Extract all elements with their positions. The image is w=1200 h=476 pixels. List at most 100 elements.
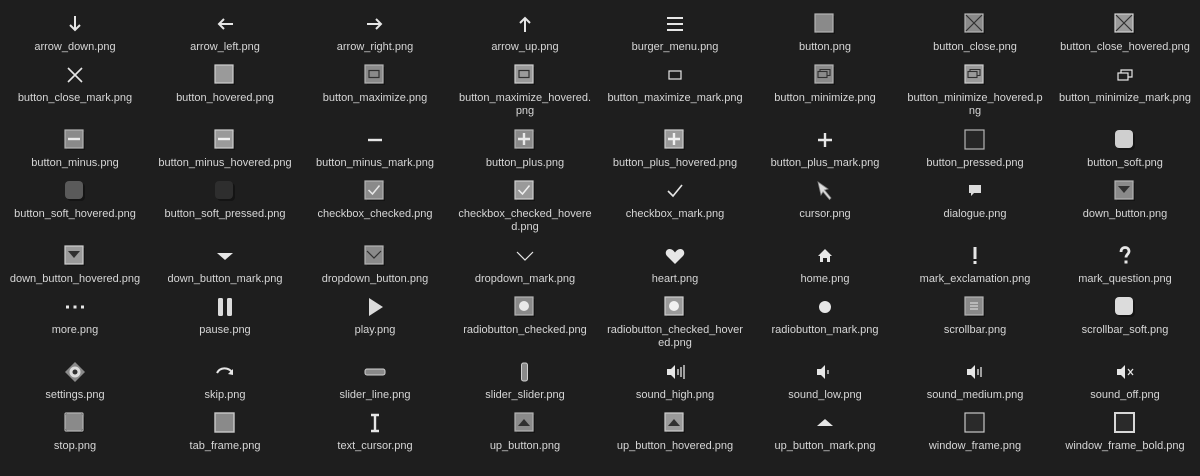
file-item[interactable]: button_minimize_hovered.png: [900, 63, 1050, 118]
file-item[interactable]: radiobutton_checked_hovered.png: [600, 295, 750, 350]
file-name-label: button_maximize_hovered.png: [458, 92, 592, 117]
file-item[interactable]: settings.png: [0, 360, 150, 402]
file-name-label: button.png: [799, 41, 851, 53]
file-item[interactable]: dropdown_button.png: [300, 244, 450, 286]
file-item[interactable]: button_soft_hovered.png: [0, 179, 150, 221]
file-item[interactable]: window_frame.png: [900, 411, 1050, 453]
file-item[interactable]: slider_slider.png: [450, 360, 600, 402]
file-name-label: button_minus.png: [31, 157, 119, 169]
slider-line-icon: [363, 360, 387, 384]
file-item[interactable]: mark_exclamation.png: [900, 244, 1050, 286]
sound-high-icon: [663, 360, 687, 384]
file-item[interactable]: slider_line.png: [300, 360, 450, 402]
file-item[interactable]: radiobutton_checked.png: [450, 295, 600, 337]
file-item[interactable]: burger_menu.png: [600, 12, 750, 54]
file-item[interactable]: down_button.png: [1050, 179, 1200, 221]
file-name-label: arrow_left.png: [190, 41, 260, 53]
dropdown-button-icon: [363, 244, 387, 268]
file-item[interactable]: button_minimize.png: [750, 63, 900, 105]
file-item[interactable]: arrow_right.png: [300, 12, 450, 54]
stop-icon: [63, 411, 87, 435]
file-item[interactable]: scrollbar.png: [900, 295, 1050, 337]
arrow-left-icon: [213, 12, 237, 36]
button-minus-hovered-icon: [213, 128, 237, 152]
file-item[interactable]: text_cursor.png: [300, 411, 450, 453]
file-item[interactable]: more.png: [0, 295, 150, 337]
file-name-label: button_soft_pressed.png: [164, 208, 286, 220]
file-item[interactable]: cursor.png: [750, 179, 900, 221]
button-close-hovered-icon: [1113, 12, 1137, 36]
file-item[interactable]: checkbox_mark.png: [600, 179, 750, 221]
file-item[interactable]: down_button_mark.png: [150, 244, 300, 286]
file-name-label: pause.png: [199, 324, 251, 336]
file-item[interactable]: window_frame_bold.png: [1050, 411, 1200, 453]
button-plus-hovered-icon: [663, 128, 687, 152]
file-item[interactable]: button_soft.png: [1050, 128, 1200, 170]
button-minimize-icon: [813, 63, 837, 87]
file-item[interactable]: down_button_hovered.png: [0, 244, 150, 286]
file-item[interactable]: button_minimize_mark.png: [1050, 63, 1200, 105]
file-item[interactable]: arrow_left.png: [150, 12, 300, 54]
file-item[interactable]: sound_high.png: [600, 360, 750, 402]
burger-menu-icon: [663, 12, 687, 36]
file-item[interactable]: button_minus_mark.png: [300, 128, 450, 170]
file-item[interactable]: button_plus_mark.png: [750, 128, 900, 170]
file-name-label: text_cursor.png: [337, 440, 413, 452]
file-item[interactable]: button_maximize_mark.png: [600, 63, 750, 105]
button-minus-icon: [63, 128, 87, 152]
sound-off-icon: [1113, 360, 1137, 384]
file-item[interactable]: button_minus_hovered.png: [150, 128, 300, 170]
file-item[interactable]: dropdown_mark.png: [450, 244, 600, 286]
file-name-label: checkbox_mark.png: [625, 208, 725, 220]
file-item[interactable]: pause.png: [150, 295, 300, 337]
scrollbar-icon: [963, 295, 987, 319]
file-item[interactable]: button_close_mark.png: [0, 63, 150, 105]
file-item[interactable]: button_minus.png: [0, 128, 150, 170]
file-item[interactable]: button_plus.png: [450, 128, 600, 170]
file-item[interactable]: button.png: [750, 12, 900, 54]
file-item[interactable]: button_pressed.png: [900, 128, 1050, 170]
file-item[interactable]: arrow_down.png: [0, 12, 150, 54]
file-item[interactable]: stop.png: [0, 411, 150, 453]
file-item[interactable]: button_close_hovered.png: [1050, 12, 1200, 54]
pause-icon: [213, 295, 237, 319]
file-item[interactable]: arrow_up.png: [450, 12, 600, 54]
file-item[interactable]: button_plus_hovered.png: [600, 128, 750, 170]
file-item[interactable]: checkbox_checked.png: [300, 179, 450, 221]
file-name-label: button_soft.png: [1087, 157, 1163, 169]
file-item[interactable]: up_button.png: [450, 411, 600, 453]
file-item[interactable]: checkbox_checked_hovered.png: [450, 179, 600, 234]
file-name-label: button_minus_mark.png: [315, 157, 434, 169]
file-item[interactable]: up_button_hovered.png: [600, 411, 750, 453]
button-hovered-icon: [213, 63, 237, 87]
arrow-down-icon: [63, 12, 87, 36]
file-item[interactable]: skip.png: [150, 360, 300, 402]
file-item[interactable]: button_soft_pressed.png: [150, 179, 300, 221]
file-item[interactable]: button_maximize.png: [300, 63, 450, 105]
sound-low-icon: [813, 360, 837, 384]
file-item[interactable]: button_close.png: [900, 12, 1050, 54]
file-item[interactable]: home.png: [750, 244, 900, 286]
button-minimize-hovered-icon: [963, 63, 987, 87]
file-item[interactable]: dialogue.png: [900, 179, 1050, 221]
checkbox-mark-icon: [663, 179, 687, 203]
up-button-mark-icon: [813, 411, 837, 435]
file-item[interactable]: up_button_mark.png: [750, 411, 900, 453]
file-name-label: window_frame.png: [928, 440, 1022, 452]
file-item[interactable]: heart.png: [600, 244, 750, 286]
file-item[interactable]: sound_medium.png: [900, 360, 1050, 402]
button-pressed-icon: [963, 128, 987, 152]
file-item[interactable]: tab_frame.png: [150, 411, 300, 453]
dropdown-mark-icon: [513, 244, 537, 268]
file-item[interactable]: sound_low.png: [750, 360, 900, 402]
file-item[interactable]: sound_off.png: [1050, 360, 1200, 402]
file-name-label: button_soft_hovered.png: [14, 208, 136, 220]
file-item[interactable]: mark_question.png: [1050, 244, 1200, 286]
file-item[interactable]: radiobutton_mark.png: [750, 295, 900, 337]
file-item[interactable]: button_maximize_hovered.png: [450, 63, 600, 118]
file-item[interactable]: play.png: [300, 295, 450, 337]
file-item[interactable]: button_hovered.png: [150, 63, 300, 105]
file-name-label: button_close_mark.png: [17, 92, 133, 104]
file-item[interactable]: scrollbar_soft.png: [1050, 295, 1200, 337]
file-name-label: dropdown_mark.png: [474, 273, 576, 285]
